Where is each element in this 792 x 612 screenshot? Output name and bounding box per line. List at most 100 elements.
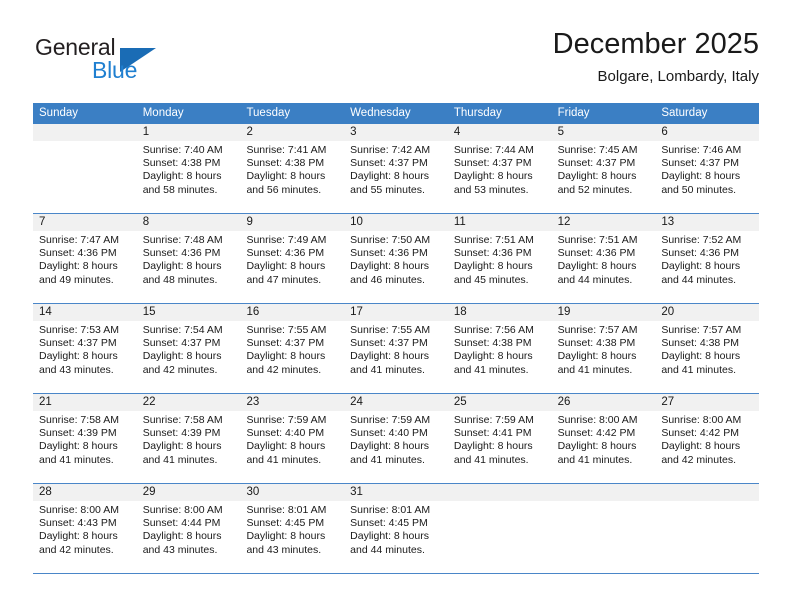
day-cell[interactable]: Sunrise: 8:01 AM Sunset: 4:45 PM Daylight:… xyxy=(240,501,344,573)
day-detail-line: Daylight: 8 hours xyxy=(350,440,429,453)
day-detail-line: Daylight: 8 hours xyxy=(142,440,222,453)
day-detail-line: and 41 minutes. xyxy=(350,363,425,376)
day-detail-line: and 45 minutes. xyxy=(453,273,529,286)
day-detail-line: and 44 minutes. xyxy=(350,543,425,556)
day-detail-line: Sunrise: 8:01 AM xyxy=(350,504,431,516)
day-detail-line: Sunrise: 7:45 AM xyxy=(557,144,638,156)
day-cell[interactable]: Sunrise: 7:57 AM Sunset: 4:38 PM Daylight:… xyxy=(552,321,656,393)
day-number[interactable]: 26 xyxy=(552,394,656,411)
day-number[interactable]: 30 xyxy=(240,484,344,501)
day-cell[interactable]: Sunrise: 7:58 AM Sunset: 4:39 PM Daylight:… xyxy=(137,411,241,483)
day-number[interactable]: 25 xyxy=(448,394,552,411)
week-detail-band: Sunrise: 7:53 AM Sunset: 4:37 PM Daylight:… xyxy=(33,321,759,393)
week-detail-band: Sunrise: 8:00 AM Sunset: 4:43 PM Daylight:… xyxy=(33,501,759,573)
day-number[interactable]: 28 xyxy=(33,484,137,501)
calendar-grid: Sunday Monday Tuesday Wednesday Thursday Frid… xyxy=(33,103,759,574)
day-cell[interactable]: Sunrise: 7:59 AM Sunset: 4:41 PM Daylight:… xyxy=(448,411,552,483)
day-detail-line: Sunrise: 7:42 AM xyxy=(350,144,431,156)
day-number[interactable]: 17 xyxy=(344,304,448,321)
day-number[interactable]: 9 xyxy=(240,214,344,231)
day-number[interactable]: 3 xyxy=(344,124,448,141)
day-cell[interactable]: Sunrise: 7:53 AM Sunset: 4:37 PM Daylight:… xyxy=(33,321,137,393)
day-detail-line: Sunset: 4:37 PM xyxy=(453,157,532,170)
day-cell[interactable]: Sunrise: 7:51 AM Sunset: 4:36 PM Daylight:… xyxy=(448,231,552,303)
weekday-header-saturday: Saturday xyxy=(661,107,708,119)
week-daynumber-band: 14 15 16 17 18 19 20 xyxy=(33,304,759,321)
day-number[interactable]: 1 xyxy=(137,124,241,141)
day-number[interactable]: 31 xyxy=(344,484,448,501)
day-number[interactable]: 19 xyxy=(552,304,656,321)
brand-logo[interactable]: General Blue xyxy=(33,34,253,92)
day-detail-line: Daylight: 8 hours xyxy=(453,440,533,453)
day-cell[interactable]: Sunrise: 7:41 AM Sunset: 4:38 PM Daylight:… xyxy=(240,141,344,213)
day-detail-line: and 53 minutes. xyxy=(453,183,529,196)
day-number[interactable]: 13 xyxy=(655,214,759,231)
day-detail-line: Daylight: 8 hours xyxy=(661,350,741,363)
day-number[interactable]: 18 xyxy=(448,304,552,321)
day-number[interactable]: 12 xyxy=(552,214,656,231)
day-cell[interactable]: Sunrise: 7:55 AM Sunset: 4:37 PM Daylight:… xyxy=(344,321,448,393)
day-detail-line: Sunset: 4:38 PM xyxy=(142,157,221,170)
day-detail-line: Sunset: 4:36 PM xyxy=(557,247,636,260)
day-cell[interactable]: Sunrise: 7:55 AM Sunset: 4:37 PM Daylight:… xyxy=(240,321,344,393)
day-detail-line: and 58 minutes. xyxy=(142,183,218,196)
day-detail-line: and 41 minutes. xyxy=(246,453,322,466)
day-number[interactable]: 29 xyxy=(137,484,241,501)
day-number[interactable]: 16 xyxy=(240,304,344,321)
day-number[interactable]: 10 xyxy=(344,214,448,231)
day-detail-line: and 41 minutes. xyxy=(661,363,737,376)
day-number[interactable]: 15 xyxy=(137,304,241,321)
day-cell[interactable]: Sunrise: 7:46 AM Sunset: 4:37 PM Daylight:… xyxy=(655,141,759,213)
day-cell[interactable]: Sunrise: 7:50 AM Sunset: 4:36 PM Daylight:… xyxy=(344,231,448,303)
day-cell[interactable]: Sunrise: 8:00 AM Sunset: 4:42 PM Daylight:… xyxy=(552,411,656,483)
day-cell[interactable]: Sunrise: 7:45 AM Sunset: 4:37 PM Daylight:… xyxy=(552,141,656,213)
day-cell[interactable]: Sunrise: 7:59 AM Sunset: 4:40 PM Daylight:… xyxy=(344,411,448,483)
day-number[interactable]: 14 xyxy=(33,304,137,321)
day-cell[interactable]: Sunrise: 7:48 AM Sunset: 4:36 PM Daylight:… xyxy=(137,231,241,303)
day-cell[interactable]: Sunrise: 8:00 AM Sunset: 4:42 PM Daylight:… xyxy=(655,411,759,483)
day-cell[interactable]: Sunrise: 7:59 AM Sunset: 4:40 PM Daylight:… xyxy=(240,411,344,483)
day-cell[interactable]: Sunrise: 7:40 AM Sunset: 4:38 PM Daylight:… xyxy=(137,141,241,213)
day-cell[interactable]: Sunrise: 8:01 AM Sunset: 4:45 PM Daylight:… xyxy=(344,501,448,573)
day-cell[interactable]: Sunrise: 7:49 AM Sunset: 4:36 PM Daylight:… xyxy=(240,231,344,303)
day-number[interactable]: 5 xyxy=(552,124,656,141)
day-detail-line: Sunset: 4:37 PM xyxy=(661,157,739,170)
day-detail-line: Sunset: 4:37 PM xyxy=(39,337,117,350)
day-number[interactable]: 22 xyxy=(137,394,241,411)
day-cell[interactable]: Sunrise: 8:00 AM Sunset: 4:43 PM Daylight:… xyxy=(33,501,137,573)
day-detail-line: Sunrise: 7:46 AM xyxy=(661,144,742,156)
day-detail-line: Daylight: 8 hours xyxy=(350,530,429,543)
day-number[interactable]: 20 xyxy=(655,304,759,321)
day-cell[interactable]: Sunrise: 7:51 AM Sunset: 4:36 PM Daylight:… xyxy=(552,231,656,303)
day-number[interactable]: 24 xyxy=(344,394,448,411)
day-cell[interactable]: Sunrise: 7:56 AM Sunset: 4:38 PM Daylight:… xyxy=(448,321,552,393)
day-number[interactable]: 6 xyxy=(655,124,759,141)
day-number[interactable]: 23 xyxy=(240,394,344,411)
day-detail-line: Daylight: 8 hours xyxy=(39,530,118,543)
day-cell[interactable]: Sunrise: 7:47 AM Sunset: 4:36 PM Daylight:… xyxy=(33,231,137,303)
day-number[interactable]: 4 xyxy=(448,124,552,141)
day-detail-line: and 41 minutes. xyxy=(453,453,529,466)
day-cell[interactable]: Sunrise: 7:52 AM Sunset: 4:36 PM Daylight:… xyxy=(655,231,759,303)
day-number[interactable]: 7 xyxy=(33,214,137,231)
day-number[interactable]: 27 xyxy=(655,394,759,411)
day-detail-line: Sunrise: 7:57 AM xyxy=(557,324,638,336)
day-cell[interactable]: Sunrise: 7:44 AM Sunset: 4:37 PM Daylight:… xyxy=(448,141,552,213)
title-block: December 2025 Bolgare, Lombardy, Italy xyxy=(553,26,759,88)
weekday-header-thursday: Thursday xyxy=(453,107,502,119)
day-detail-line: Sunrise: 7:55 AM xyxy=(246,324,327,336)
day-detail-line: and 48 minutes. xyxy=(142,273,218,286)
day-number[interactable]: 8 xyxy=(137,214,241,231)
day-number[interactable]: 21 xyxy=(33,394,137,411)
day-detail-line: Sunset: 4:36 PM xyxy=(246,247,325,260)
day-cell[interactable]: Sunrise: 7:57 AM Sunset: 4:38 PM Daylight:… xyxy=(655,321,759,393)
day-cell[interactable]: Sunrise: 7:42 AM Sunset: 4:37 PM Daylight:… xyxy=(344,141,448,213)
day-cell[interactable]: Sunrise: 7:58 AM Sunset: 4:39 PM Daylight:… xyxy=(33,411,137,483)
day-cell[interactable]: Sunrise: 7:54 AM Sunset: 4:37 PM Daylight:… xyxy=(137,321,241,393)
day-number[interactable]: 2 xyxy=(240,124,344,141)
day-cell[interactable]: Sunrise: 8:00 AM Sunset: 4:44 PM Daylight:… xyxy=(137,501,241,573)
weekday-header-row: Sunday Monday Tuesday Wednesday Thursday Frid… xyxy=(33,103,759,124)
day-number[interactable]: 11 xyxy=(448,214,552,231)
day-number-empty xyxy=(655,484,759,501)
week-daynumber-band: 7 8 9 10 11 12 13 xyxy=(33,214,759,231)
